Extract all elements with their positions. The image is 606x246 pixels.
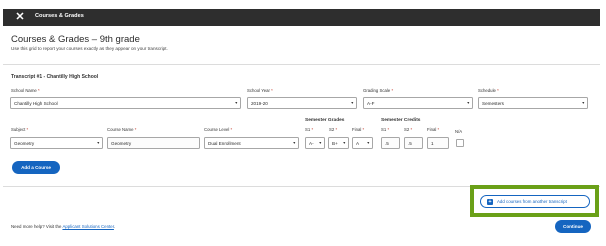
course-level-label: Course Level *	[204, 127, 233, 132]
na-checkbox[interactable]	[456, 139, 464, 147]
school-name-select[interactable]: Chantilly High School	[10, 97, 241, 109]
semester-grades-label: Semester Grades	[305, 118, 345, 123]
transcript-title: Transcript #1 - Chantilly High School	[11, 74, 99, 80]
school-year-label: School Year *	[247, 88, 273, 93]
semester-credits-label: Semester Credits	[381, 118, 421, 123]
subject-select[interactable]: Geometry	[10, 137, 103, 149]
course-name-input[interactable]: Geometry	[107, 137, 200, 149]
grade-s1-label: S1 *	[305, 127, 314, 132]
subject-label: Subject *	[11, 127, 29, 132]
grading-scale-select[interactable]: A-F	[363, 97, 473, 109]
grading-scale-label: Grading Scale *	[363, 88, 394, 93]
divider	[3, 64, 600, 65]
grade-s2-label: S2 *	[329, 127, 338, 132]
na-label: N/A	[455, 129, 463, 134]
course-name-label: Course Name *	[107, 127, 137, 132]
grade-s1-select[interactable]: A-	[305, 137, 325, 149]
dialog-title: Courses & Grades	[35, 13, 84, 19]
page-title: Courses & Grades – 9th grade	[11, 34, 140, 45]
close-icon[interactable]: ✕	[14, 11, 26, 23]
page-subtitle: Use this grid to report your courses exa…	[11, 46, 168, 51]
plus-icon: +	[487, 199, 493, 205]
continue-button[interactable]: Continue	[555, 220, 591, 233]
help-text: Need more help? Visit the Applicant Solu…	[11, 224, 116, 229]
schedule-label: Schedule *	[478, 88, 499, 93]
credit-final-label: Final *	[427, 127, 440, 132]
credit-final-input[interactable]: 1	[427, 137, 449, 149]
schedule-select[interactable]: Semesters	[478, 97, 588, 109]
grade-final-label: Final *	[352, 127, 365, 132]
add-courses-from-transcript-button[interactable]: + Add courses from another transcript	[480, 195, 590, 208]
course-level-select[interactable]: Dual Enrollment	[204, 137, 299, 149]
help-link[interactable]: Applicant Solutions Center	[62, 224, 114, 229]
school-year-select[interactable]: 2019-20	[247, 97, 357, 109]
credit-s2-label: S2 *	[404, 127, 413, 132]
add-courses-from-transcript-label: Add courses from another transcript	[497, 199, 567, 204]
credit-s1-input[interactable]: .5	[381, 137, 400, 149]
credit-s1-label: S1 *	[381, 127, 390, 132]
grade-s2-select[interactable]: B+	[328, 137, 349, 149]
school-name-label: School Name *	[11, 88, 40, 93]
grade-final-select[interactable]: A	[352, 137, 373, 149]
credit-s2-input[interactable]: .5	[404, 137, 423, 149]
dialog-header: ✕ Courses & Grades	[3, 9, 600, 26]
add-course-button[interactable]: Add a Course	[12, 161, 60, 174]
